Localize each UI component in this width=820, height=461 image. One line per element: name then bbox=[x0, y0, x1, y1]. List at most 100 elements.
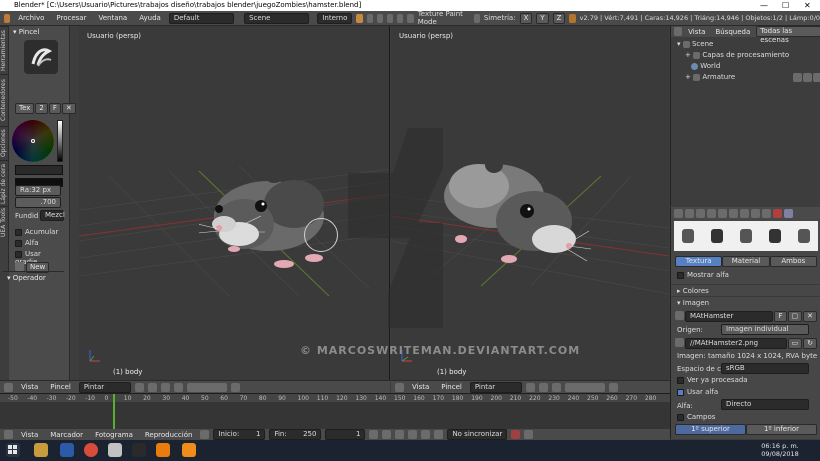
tab-opciones[interactable]: Opciones bbox=[0, 126, 9, 160]
sync-mode-select[interactable]: No sincronizar bbox=[447, 429, 508, 440]
tab-textura[interactable]: Textura bbox=[675, 256, 723, 267]
chrome-icon[interactable] bbox=[84, 443, 98, 457]
texture-paint-mode-icon[interactable] bbox=[356, 13, 363, 23]
jump-start-icon[interactable] bbox=[369, 430, 379, 439]
editor-type-icon[interactable] bbox=[4, 13, 11, 23]
timeline-menu-marcador[interactable]: Marcador bbox=[46, 431, 87, 439]
prev-keyframe-icon[interactable] bbox=[382, 430, 392, 439]
viewport-left[interactable]: Usuario (persp) (1) body bbox=[79, 26, 390, 380]
option-alfa[interactable]: Alfa bbox=[15, 239, 39, 247]
menu-ayuda[interactable]: Ayuda bbox=[135, 14, 165, 22]
material-tab-icon[interactable] bbox=[773, 208, 782, 218]
layers-tab-icon[interactable] bbox=[696, 208, 705, 218]
radius-field[interactable]: Ra:32 px bbox=[15, 185, 61, 196]
image-browse-icon[interactable] bbox=[675, 311, 684, 320]
palette-icon[interactable] bbox=[15, 262, 24, 271]
unlink-icon[interactable]: ✕ bbox=[61, 103, 76, 114]
camera-icon-right[interactable] bbox=[608, 382, 618, 392]
play-reverse-icon[interactable] bbox=[395, 430, 405, 439]
mode-select-right[interactable]: Pintar Texturas bbox=[469, 381, 522, 400]
selectable-arrow-icon[interactable] bbox=[803, 73, 812, 82]
windows-start-icon[interactable] bbox=[6, 443, 20, 457]
scene-selector[interactable]: Scene bbox=[244, 12, 310, 24]
menu-ventana[interactable]: Ventana bbox=[94, 14, 131, 22]
show-alpha-row[interactable]: Mostrar alfa bbox=[671, 269, 820, 281]
start-frame-field[interactable]: Inicio: 1 bbox=[213, 429, 266, 440]
tab-uea-tools[interactable]: UEA Tools bbox=[0, 206, 9, 238]
premultiplied-row[interactable]: Ver ya procesada bbox=[671, 374, 820, 386]
mask-icon[interactable] bbox=[397, 13, 404, 23]
primary-color-swatch[interactable] bbox=[15, 165, 63, 175]
tab-lapiz-de-cera[interactable]: Lápiz de cera bbox=[0, 160, 9, 206]
brush-preview[interactable] bbox=[24, 40, 58, 74]
keyingset-icon[interactable] bbox=[524, 430, 534, 439]
epic-launcher-icon[interactable] bbox=[108, 443, 122, 457]
end-frame-field[interactable]: Fin: 250 bbox=[269, 429, 322, 440]
vlc-icon[interactable] bbox=[182, 443, 196, 457]
render-tab-icon[interactable] bbox=[685, 208, 694, 218]
data-tab-icon[interactable] bbox=[762, 208, 771, 218]
menu-vista-left[interactable]: Vista bbox=[17, 383, 42, 391]
world-tab-icon[interactable] bbox=[718, 208, 727, 218]
unreal-engine-icon[interactable] bbox=[132, 443, 146, 457]
props-editor-icon[interactable] bbox=[674, 208, 683, 218]
pivot-icon-right[interactable] bbox=[538, 382, 548, 392]
tab-ambos[interactable]: Ambos bbox=[769, 256, 817, 267]
alpha-mode-select[interactable]: Directo bbox=[721, 399, 809, 410]
timeline-editor-icon[interactable] bbox=[4, 430, 13, 439]
face-select-icon-left[interactable] bbox=[173, 382, 183, 392]
layer-icon-right[interactable] bbox=[564, 382, 605, 392]
word-icon[interactable] bbox=[60, 443, 74, 457]
field-lower-button[interactable]: 1º inferior bbox=[746, 424, 817, 435]
acumular-checkbox[interactable] bbox=[15, 228, 22, 236]
image-fake-user[interactable]: F bbox=[774, 311, 787, 322]
pivot-icon-left[interactable] bbox=[147, 382, 157, 392]
maximize-button[interactable]: ☐ bbox=[782, 0, 789, 11]
timeline[interactable]: -50 -40 -30 -20 -10 0 10 20 30 40 50 60 70 80 90 100 110… bbox=[0, 393, 670, 430]
shading-icon-right[interactable] bbox=[525, 382, 535, 392]
render-camera-icon[interactable] bbox=[813, 73, 820, 82]
fields-checkbox[interactable] bbox=[677, 413, 684, 421]
play-icon[interactable] bbox=[408, 430, 418, 439]
record-icon[interactable] bbox=[511, 430, 521, 439]
playhead[interactable] bbox=[113, 394, 115, 430]
image-unlink-icon[interactable]: ✕ bbox=[803, 311, 817, 322]
outliner-editor-icon[interactable] bbox=[674, 27, 683, 36]
wrench-icon[interactable] bbox=[473, 13, 480, 23]
system-clock[interactable]: 06:16 p. m. 09/08/2018 bbox=[760, 442, 800, 458]
color-icon[interactable] bbox=[387, 13, 394, 23]
editor-type-icon-right[interactable] bbox=[395, 382, 404, 392]
pincel-panel-header[interactable]: ▾ Pincel bbox=[13, 28, 39, 36]
timeline-menu-fotograma[interactable]: Fotograma bbox=[91, 431, 137, 439]
brush-icon[interactable] bbox=[376, 13, 384, 23]
colors-panel-header[interactable]: ▸ Colores bbox=[671, 284, 820, 296]
close-button[interactable]: ✕ bbox=[804, 0, 811, 11]
jump-end-icon[interactable] bbox=[434, 430, 444, 439]
color-wheel[interactable] bbox=[12, 120, 54, 162]
mask-icon-left[interactable] bbox=[160, 382, 170, 392]
mode-select-left[interactable]: Pintar Texturas bbox=[78, 381, 131, 400]
shading-icon-left[interactable] bbox=[134, 382, 144, 392]
outliner-item-armature[interactable]: + Armature bbox=[671, 71, 820, 83]
colorspace-select[interactable]: sRGB bbox=[721, 363, 809, 374]
option-acumular[interactable]: Acumular bbox=[15, 228, 58, 236]
minimize-button[interactable]: — bbox=[760, 0, 768, 11]
use-alpha-checkbox[interactable] bbox=[677, 388, 684, 396]
visibility-eye-icon[interactable] bbox=[793, 73, 802, 82]
filepath-field[interactable]: //MAtHamster2.png bbox=[685, 338, 787, 349]
field-upper-button[interactable]: 1º superior bbox=[675, 424, 746, 435]
outliner-tab-vista[interactable]: Vista bbox=[684, 28, 709, 36]
camera-icon-left[interactable] bbox=[230, 382, 240, 392]
editor-type-icon-left[interactable] bbox=[4, 382, 13, 392]
source-select[interactable]: Imagen individual bbox=[721, 324, 809, 335]
current-frame-field[interactable]: 1 bbox=[325, 429, 366, 440]
timeline-menu-vista[interactable]: Vista bbox=[17, 431, 42, 439]
timeline-menu-reproduccion[interactable]: Reproducción bbox=[141, 431, 197, 439]
blend-mode-select[interactable]: Mezcl bbox=[40, 210, 65, 221]
constraints-tab-icon[interactable] bbox=[740, 208, 749, 218]
menu-pincel-left[interactable]: Pincel bbox=[46, 383, 75, 391]
menu-vista-right[interactable]: Vista bbox=[408, 383, 433, 391]
next-keyframe-icon[interactable] bbox=[421, 430, 431, 439]
show-alpha-checkbox[interactable] bbox=[677, 271, 684, 279]
texture-tab-icon[interactable] bbox=[784, 208, 793, 218]
